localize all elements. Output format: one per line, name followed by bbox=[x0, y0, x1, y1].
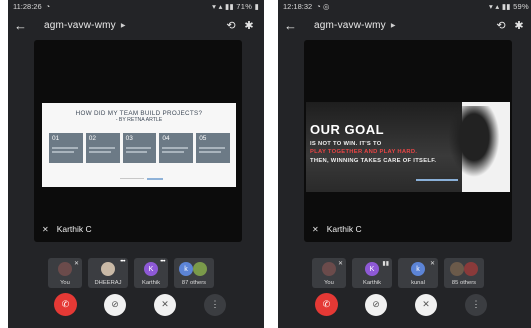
chevron-right-icon[interactable]: ▶ bbox=[391, 22, 396, 29]
participant-name: DHEERAJ bbox=[94, 280, 122, 286]
chevron-right-icon[interactable]: ▶ bbox=[121, 22, 126, 29]
participant-name: Karthik bbox=[141, 280, 161, 286]
slide-subtitle: - BY RETNA ARTLE bbox=[115, 117, 163, 123]
poster-athlete-graphic bbox=[444, 106, 504, 184]
avatar bbox=[101, 262, 115, 276]
shared-poster: OUR GOAL IS NOT TO WIN. IT'S TO PLAY TOG… bbox=[306, 102, 510, 192]
bluetooth-icon[interactable]: ✱ bbox=[510, 19, 528, 32]
switch-camera-icon[interactable]: ⟲ bbox=[222, 19, 240, 32]
camera-off-icon[interactable]: ⊘ bbox=[365, 293, 387, 316]
participant-name: You bbox=[60, 280, 70, 286]
avatar bbox=[464, 262, 478, 276]
camera-off-icon[interactable]: ⊘ bbox=[104, 293, 126, 316]
slide-divider bbox=[120, 178, 144, 179]
slide-progress bbox=[147, 178, 163, 180]
avatar bbox=[322, 262, 336, 276]
participant-name: You bbox=[324, 280, 334, 286]
avatar: k bbox=[411, 262, 425, 276]
more-vert-icon[interactable]: ⋮ bbox=[465, 293, 487, 316]
participant-tile[interactable]: ••• DHEERAJ bbox=[88, 258, 128, 288]
battery-percent: 59% bbox=[513, 2, 529, 11]
notification-icon: ◔ ◎ bbox=[316, 2, 330, 11]
audio-level-icon: ▮▮ bbox=[382, 261, 389, 267]
phone-screen-left: 11:28:26 ◔ ▾ ▴ ▮▮ 71% ▮ ← agm-vavw-wmy ▶… bbox=[8, 0, 264, 328]
participant-tile[interactable]: K ▮▮ Karthik bbox=[352, 258, 392, 288]
participant-strip: ✕ You ••• DHEERAJ K ••• Karthik k 87 oth… bbox=[48, 258, 214, 288]
speaker-label: ✕ Karthik C bbox=[42, 224, 92, 234]
participant-tile[interactable]: 85 others bbox=[444, 258, 484, 288]
call-controls: ✆ ⊘ ✕ ⋮ bbox=[315, 293, 487, 316]
meeting-code[interactable]: agm-vavw-wmy bbox=[44, 20, 116, 31]
avatar bbox=[58, 262, 72, 276]
avatar: k bbox=[179, 262, 193, 276]
switch-camera-icon[interactable]: ⟲ bbox=[492, 19, 510, 32]
poster-line-red: PLAY TOGETHER AND PLAY HARD. bbox=[310, 149, 418, 155]
poster-progress bbox=[416, 179, 458, 181]
participant-name: kunal bbox=[411, 280, 425, 286]
mic-off-icon: ✕ bbox=[337, 261, 343, 267]
presentation-stage: HOW DID MY TEAM BUILD PROJECTS? - BY RET… bbox=[34, 40, 242, 242]
meeting-toolbar: ← agm-vavw-wmy ▶ ⟲ ✱ bbox=[278, 14, 531, 36]
avatar: K bbox=[365, 262, 379, 276]
mic-off-icon[interactable]: ✕ bbox=[154, 293, 176, 316]
mic-off-icon: ✕ bbox=[42, 224, 49, 234]
meeting-code[interactable]: agm-vavw-wmy bbox=[314, 20, 386, 31]
poster-line: IS NOT TO WIN. IT'S TO bbox=[310, 141, 382, 147]
phone-screen-right: 12:18:32 ◔ ◎ ▾ ▴ ▮▮ 59% ← agm-vavw-wmy ▶… bbox=[278, 0, 531, 328]
mic-off-icon[interactable]: ✕ bbox=[415, 293, 437, 316]
slide-cards: 01 02 03 04 05 bbox=[49, 133, 230, 163]
slide-card: 03 bbox=[122, 133, 157, 163]
participant-name: 87 others bbox=[181, 280, 207, 286]
bluetooth-icon[interactable]: ✱ bbox=[240, 19, 258, 32]
status-icons: ▾ ▴ ▮▮ 59% bbox=[488, 2, 529, 11]
more-vert-icon[interactable]: ⋮ bbox=[204, 293, 226, 316]
status-icons: ▾ ▴ ▮▮ 71% ▮ bbox=[212, 2, 259, 11]
call-controls: ✆ ⊘ ✕ ⋮ bbox=[54, 293, 226, 316]
mic-off-icon: ✕ bbox=[429, 261, 435, 267]
more-dots-icon[interactable]: ••• bbox=[120, 259, 125, 265]
shared-slide: HOW DID MY TEAM BUILD PROJECTS? - BY RET… bbox=[42, 103, 236, 187]
slide-card: 02 bbox=[85, 133, 120, 163]
slide-title: HOW DID MY TEAM BUILD PROJECTS? bbox=[75, 110, 203, 117]
status-bar: 12:18:32 ◔ ◎ ▾ ▴ ▮▮ 59% bbox=[278, 0, 531, 13]
participant-strip: ✕ You K ▮▮ Karthik k ✕ kunal 85 others bbox=[312, 258, 484, 288]
more-dots-icon[interactable]: ••• bbox=[160, 259, 165, 265]
poster-line: THEN, WINNING TAKES CARE OF ITSELF. bbox=[310, 158, 437, 164]
participant-name: Karthik bbox=[362, 280, 382, 286]
status-time: 11:28:26 bbox=[13, 2, 42, 11]
participant-name: 85 others bbox=[451, 280, 477, 286]
participant-tile[interactable]: K ••• Karthik bbox=[134, 258, 168, 288]
presentation-stage: OUR GOAL IS NOT TO WIN. IT'S TO PLAY TOG… bbox=[304, 40, 512, 242]
call-end-icon[interactable]: ✆ bbox=[54, 293, 77, 316]
slide-card: 05 bbox=[196, 133, 230, 163]
notification-icon: ◔ bbox=[45, 2, 51, 11]
mic-off-icon: ✕ bbox=[312, 224, 319, 234]
status-time: 12:18:32 bbox=[283, 2, 313, 11]
participant-tile[interactable]: ✕ You bbox=[312, 258, 346, 288]
arrow-left-icon[interactable]: ← bbox=[14, 18, 30, 33]
meeting-toolbar: ← agm-vavw-wmy ▶ ⟲ ✱ bbox=[8, 14, 264, 36]
avatar bbox=[450, 262, 464, 276]
speaker-name: Karthik C bbox=[56, 224, 92, 234]
participant-tile[interactable]: k 87 others bbox=[174, 258, 214, 288]
slide-card: 01 bbox=[49, 133, 83, 163]
call-end-icon[interactable]: ✆ bbox=[315, 293, 338, 316]
participant-tile[interactable]: k ✕ kunal bbox=[398, 258, 438, 288]
status-bar: 11:28:26 ◔ ▾ ▴ ▮▮ 71% ▮ bbox=[8, 0, 264, 13]
slide-card: 04 bbox=[159, 133, 194, 163]
speaker-name: Karthik C bbox=[326, 224, 362, 234]
speaker-label: ✕ Karthik C bbox=[312, 224, 362, 234]
avatar bbox=[193, 262, 207, 276]
avatar: K bbox=[144, 262, 158, 276]
mic-off-icon: ✕ bbox=[73, 261, 79, 267]
poster-headline: OUR GOAL bbox=[310, 122, 385, 137]
battery-percent: 71% bbox=[236, 2, 253, 11]
participant-tile[interactable]: ✕ You bbox=[48, 258, 82, 288]
arrow-left-icon[interactable]: ← bbox=[284, 18, 300, 33]
